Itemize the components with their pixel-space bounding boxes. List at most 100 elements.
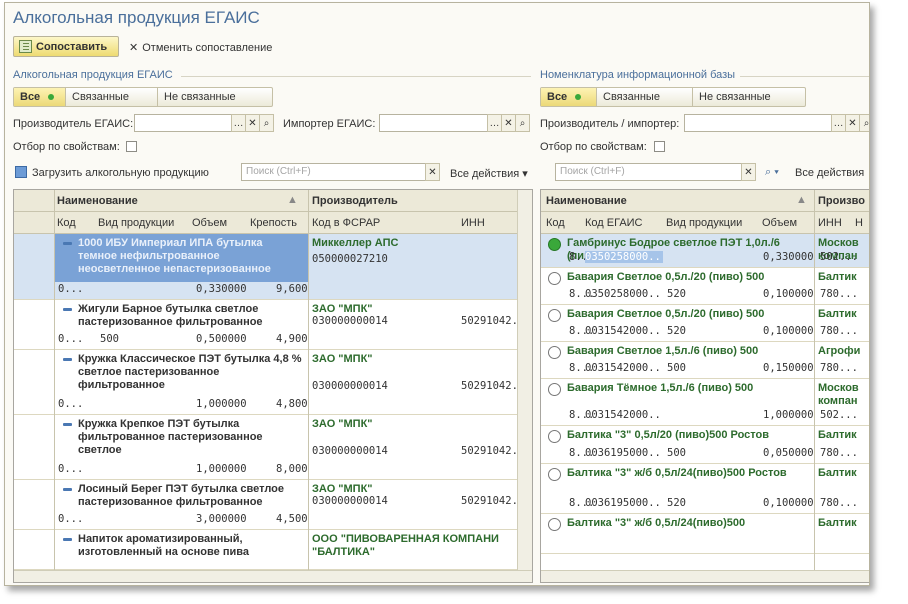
search-dropdown-icon[interactable]: ⌕ ▾: [765, 166, 779, 179]
left-col-code[interactable]: Код: [57, 217, 76, 229]
left-col-kind[interactable]: Вид продукции: [98, 217, 174, 229]
table-row[interactable]: 1000 ИБУ Империал ИПА бутылка темное неф…: [14, 234, 532, 300]
right-horizontal-scrollbar[interactable]: [541, 570, 869, 582]
left-head-producer[interactable]: Производитель: [312, 195, 398, 207]
inn-value: 780...: [820, 362, 858, 374]
column-divider: [54, 190, 55, 582]
egais-code[interactable]: 0031542000...: [585, 325, 663, 337]
left-head-name[interactable]: Наименование: [57, 195, 138, 207]
table-row[interactable]: Балтика "3" 0,5л/20 (пиво)500 Ростов Балт…: [541, 426, 869, 464]
table-row[interactable]: Жигули Барное бутылка светлое пастеризов…: [14, 300, 532, 350]
select-dots-icon[interactable]: …: [487, 114, 502, 132]
clear-icon[interactable]: ✕: [845, 114, 860, 132]
match-status-icon: [548, 383, 561, 396]
right-filter-unlinked[interactable]: Не связанные: [693, 88, 805, 106]
egais-code[interactable]: 0031542000...: [585, 409, 663, 421]
match-status-icon: [548, 468, 561, 481]
select-dots-icon[interactable]: …: [231, 114, 246, 132]
right-by-props-checkbox[interactable]: [654, 141, 665, 152]
match-button-label: Сопоставить: [36, 40, 108, 53]
unmatch-button[interactable]: ✕ Отменить сопоставление: [129, 41, 272, 54]
search-icon[interactable]: ⌕: [515, 114, 530, 132]
fsrar-code: 030000000014: [312, 315, 388, 327]
filter-label: Все: [547, 91, 568, 103]
left-by-props-checkbox[interactable]: [126, 141, 137, 152]
left-filter-linked[interactable]: Связанные: [66, 88, 158, 106]
table-row[interactable]: Напиток ароматизированный, изготовленный…: [14, 530, 532, 570]
kind-value: 500: [100, 333, 119, 345]
importer-input[interactable]: [379, 114, 491, 132]
left-section-title: Алкогольная продукция ЕГАИС: [13, 69, 173, 81]
egais-code[interactable]: 0350258000...: [585, 288, 663, 300]
code-value: 0...: [58, 333, 84, 345]
select-dots-icon[interactable]: …: [831, 114, 846, 132]
left-filter-group: Все Связанные Не связанные: [13, 87, 273, 107]
egais-code[interactable]: 0036195000...: [585, 497, 663, 509]
clear-icon[interactable]: ✕: [741, 163, 756, 181]
expand-icon[interactable]: [63, 242, 72, 245]
egais-code[interactable]: 0031542000...: [585, 362, 663, 374]
expand-icon[interactable]: [63, 538, 72, 541]
left-col-inn[interactable]: ИНН: [461, 217, 485, 229]
table-row[interactable]: Бавария Светлое 1,5л./6 (пиво) 500 Агрофи…: [541, 342, 869, 379]
search-icon[interactable]: ⌕: [259, 114, 274, 132]
right-search-input[interactable]: Поиск (Ctrl+F): [555, 163, 745, 181]
expand-icon[interactable]: [63, 358, 72, 361]
right-table-subheader: Код Код ЕГАИС Вид продукции Объем ИНН Н: [541, 212, 869, 234]
clear-icon[interactable]: ✕: [425, 163, 440, 181]
left-table-subheader: Код Вид продукции Объем Крепость Код в Ф…: [14, 212, 532, 234]
right-col-volume[interactable]: Объем: [762, 217, 797, 229]
table-row[interactable]: Лосиный Берег ПЭТ бутылка светлое пастер…: [14, 480, 532, 530]
table-row[interactable]: Балтика "3" ж/б 0,5л/24(пиво)500 Балтик: [541, 514, 869, 554]
right-col-inn[interactable]: ИНН: [818, 217, 842, 229]
left-col-volume[interactable]: Объем: [192, 217, 227, 229]
divider: [181, 76, 531, 77]
load-products-button[interactable]: Загрузить алкогольную продукцию: [15, 166, 209, 179]
right-filter-all[interactable]: Все: [541, 88, 597, 106]
table-row[interactable]: Бавария Светлое 0,5л./20 (пиво) 500 Балти…: [541, 268, 869, 305]
search-icon[interactable]: ⌕: [859, 114, 869, 132]
right-filter-linked[interactable]: Связанные: [597, 88, 693, 106]
table-row[interactable]: Гамбринус Бодрое светлое ПЭТ 1,0л./6 (пи…: [541, 234, 869, 268]
item-name: Бавария Светлое 0,5л./20 (пиво) 500: [567, 308, 765, 320]
left-vertical-scrollbar[interactable]: [517, 190, 532, 570]
match-button[interactable]: Сопоставить: [13, 36, 119, 57]
left-filter-all[interactable]: Все: [14, 88, 66, 106]
left-col-fsrar[interactable]: Код в ФСРАР: [312, 217, 380, 229]
table-row[interactable]: Бавария Тёмное 1,5л./6 (пиво) 500 Москов …: [541, 379, 869, 426]
item-name: Бавария Светлое 1,5л./6 (пиво) 500: [567, 345, 759, 357]
right-col-egais[interactable]: Код ЕГАИС: [585, 217, 643, 229]
match-status-icon: [548, 346, 561, 359]
right-col-kind[interactable]: Вид продукции: [666, 217, 742, 229]
inn-value: 780...: [820, 497, 858, 509]
right-head-name[interactable]: Наименование: [546, 195, 627, 207]
table-row[interactable]: Кружка Классическое ПЭТ бутылка 4,8 % св…: [14, 350, 532, 415]
right-producer-input[interactable]: [684, 114, 834, 132]
expand-icon[interactable]: [63, 308, 72, 311]
volume-value: 0,050000: [763, 447, 814, 459]
divider: [740, 76, 869, 77]
expand-icon[interactable]: [63, 488, 72, 491]
table-row[interactable]: Бавария Светлое 0,5л./20 (пиво) 500 Балти…: [541, 305, 869, 342]
right-head-producer[interactable]: Произво: [818, 195, 865, 207]
expand-icon[interactable]: [63, 423, 72, 426]
left-all-actions[interactable]: Все действия ▾: [450, 167, 528, 180]
right-col-extra[interactable]: Н: [855, 217, 863, 229]
left-filter-unlinked[interactable]: Не связанные: [158, 88, 272, 106]
code-value: 0...: [58, 283, 84, 295]
clear-icon[interactable]: ✕: [245, 114, 260, 132]
left-search-input[interactable]: Поиск (Ctrl+F): [241, 163, 427, 181]
unmatch-label: Отменить сопоставление: [142, 42, 273, 54]
clear-icon[interactable]: ✕: [501, 114, 516, 132]
egais-code[interactable]: 0036195000...: [585, 447, 663, 459]
right-all-actions[interactable]: Все действия: [795, 167, 864, 179]
right-col-code[interactable]: Код: [546, 217, 565, 229]
left-horizontal-scrollbar[interactable]: [14, 570, 532, 582]
active-dot-icon: [575, 94, 582, 100]
egais-code[interactable]: 0350258000...: [585, 251, 663, 263]
left-col-strength[interactable]: Крепость: [250, 217, 297, 229]
table-row[interactable]: Кружка Крепкое ПЭТ бутылка фильтрованное…: [14, 415, 532, 480]
left-producer-input[interactable]: [134, 114, 234, 132]
match-status-icon: [548, 430, 561, 443]
table-row[interactable]: Балтика "3" ж/б 0,5л/24(пиво)500 Ростов Б…: [541, 464, 869, 514]
